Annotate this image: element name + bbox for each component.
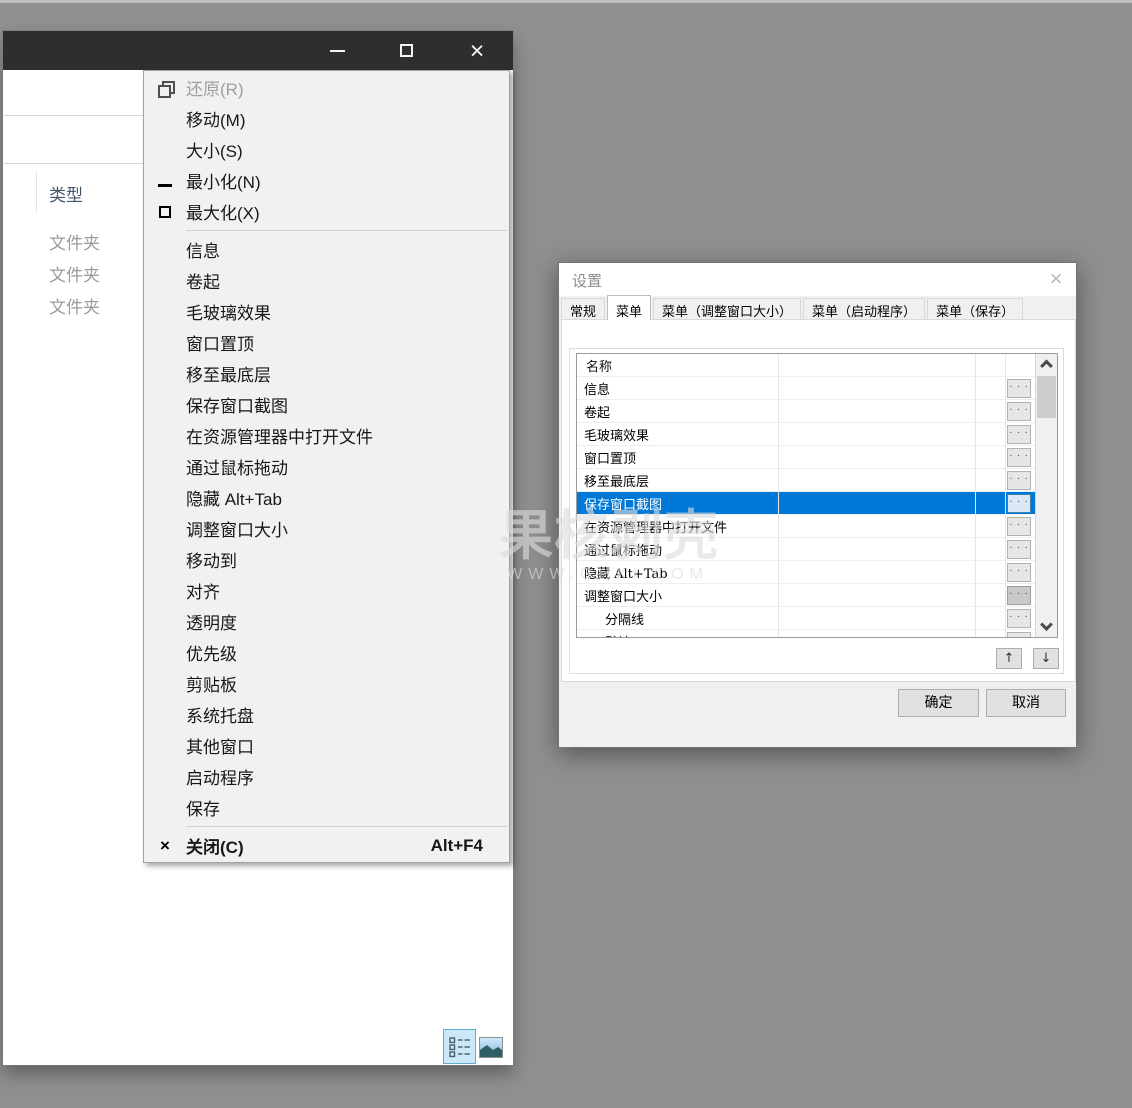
close-button[interactable]: × <box>448 31 506 70</box>
table-row[interactable]: 在资源管理器中打开文件 . . . <box>577 515 1035 538</box>
list-item[interactable]: 文件夹 <box>49 229 100 254</box>
table-header-row: 名称 <box>577 354 1035 377</box>
dialog-title: 设置 <box>572 270 602 291</box>
menu-item-save-window-screenshot[interactable]: 保存窗口截图 <box>144 389 509 420</box>
menu-item-size[interactable]: 大小(S) <box>144 134 509 165</box>
row-options-button[interactable]: . . . <box>1007 402 1031 421</box>
menu-item-open-in-explorer[interactable]: 在资源管理器中打开文件 <box>144 420 509 451</box>
tab-menu-save[interactable]: 菜单（保存） <box>927 298 1023 319</box>
list-item[interactable]: 文件夹 <box>49 261 100 286</box>
menu-item-restore[interactable]: 还原(R) <box>144 72 509 103</box>
details-view-button[interactable] <box>443 1029 476 1064</box>
row-options-button[interactable]: . . . <box>1007 609 1031 628</box>
table-row-selected[interactable]: 保存窗口截图 . . . <box>577 492 1035 515</box>
menu-separator <box>186 230 507 231</box>
table-row[interactable]: 窗口置顶 . . . <box>577 446 1035 469</box>
toolbar-divider <box>4 115 144 116</box>
column-separator <box>36 171 37 213</box>
menu-item-close[interactable]: × 关闭(C) Alt+F4 <box>144 830 509 861</box>
thumbnail-view-icon <box>480 1038 502 1057</box>
restore-icon <box>144 81 186 95</box>
menu-item-send-to-bottom[interactable]: 移至最底层 <box>144 358 509 389</box>
ok-button[interactable]: 确定 <box>898 689 979 717</box>
menu-item-move[interactable]: 移动(M) <box>144 103 509 134</box>
addressbar-divider <box>4 163 144 164</box>
menu-separator <box>186 826 507 827</box>
tab-general[interactable]: 常规 <box>561 298 605 319</box>
menu-item-info[interactable]: 信息 <box>144 234 509 265</box>
table-row[interactable]: 卷起 . . . <box>577 400 1035 423</box>
vertical-scrollbar[interactable] <box>1035 354 1057 637</box>
row-options-button[interactable]: . . . <box>1007 494 1031 513</box>
row-options-button[interactable]: . . . <box>1007 425 1031 444</box>
cancel-button[interactable]: 取消 <box>986 689 1066 717</box>
menu-item-clipboard[interactable]: 剪贴板 <box>144 668 509 699</box>
explorer-titlebar: × <box>3 31 513 70</box>
menu-item-priority[interactable]: 优先级 <box>144 637 509 668</box>
table-row[interactable]: 毛玻璃效果 . . . <box>577 423 1035 446</box>
table-row[interactable]: 分隔线 . . . <box>577 607 1035 630</box>
tab-menu[interactable]: 菜单 <box>607 295 651 320</box>
row-options-button[interactable]: . . . <box>1007 586 1031 605</box>
menu-item-launch-program[interactable]: 启动程序 <box>144 761 509 792</box>
dialog-titlebar: 设置 × <box>559 263 1076 296</box>
tab-menu-resize[interactable]: 菜单（调整窗口大小） <box>653 298 801 319</box>
system-context-menu: 还原(R) 移动(M) 大小(S) 最小化(N) 最大化(X) 信息 卷起 <box>143 70 510 863</box>
row-options-button[interactable]: . . . <box>1007 379 1031 398</box>
close-icon: × <box>470 41 485 61</box>
menu-item-maximize[interactable]: 最大化(X) <box>144 196 509 227</box>
move-up-button[interactable]: ↑ <box>996 648 1022 669</box>
scroll-down-button[interactable] <box>1036 617 1057 637</box>
menu-item-align[interactable]: 对齐 <box>144 575 509 606</box>
row-options-button[interactable]: . . . <box>1007 632 1031 639</box>
menu-item-save[interactable]: 保存 <box>144 792 509 823</box>
row-options-button[interactable]: . . . <box>1007 517 1031 536</box>
scroll-up-button[interactable] <box>1036 354 1057 374</box>
table-row[interactable]: 默认 . . . <box>577 630 1035 638</box>
menu-item-move-to[interactable]: 移动到 <box>144 544 509 575</box>
tab-menu-launch[interactable]: 菜单（启动程序） <box>803 298 925 319</box>
table-row[interactable]: 隐藏 Alt+Tab . . . <box>577 561 1035 584</box>
menu-items-table: 名称 信息 . . . 卷起 . . . 毛玻璃效果 . . . 窗口置顶 <box>576 353 1058 638</box>
menu-shortcut: Alt+F4 <box>431 836 483 856</box>
tab-bar: 常规 菜单 菜单（调整窗口大小） 菜单（启动程序） 菜单（保存） <box>561 295 1025 320</box>
minimize-icon <box>330 50 345 52</box>
menu-item-drag-with-mouse[interactable]: 通过鼠标拖动 <box>144 451 509 482</box>
table-row[interactable]: 信息 . . . <box>577 377 1035 400</box>
dialog-close-button[interactable]: × <box>1043 267 1069 292</box>
maximize-icon <box>400 44 413 57</box>
thumbnail-view-button[interactable] <box>479 1037 503 1058</box>
row-options-button[interactable]: . . . <box>1007 563 1031 582</box>
minimize-icon <box>144 175 186 187</box>
close-icon: × <box>144 837 186 854</box>
table-row[interactable]: 调整窗口大小 . . . <box>577 584 1035 607</box>
list-item[interactable]: 文件夹 <box>49 293 100 318</box>
menu-item-transparency[interactable]: 透明度 <box>144 606 509 637</box>
name-column-header[interactable]: 名称 <box>577 354 779 376</box>
table-row[interactable]: 移至最底层 . . . <box>577 469 1035 492</box>
move-down-button[interactable]: ↓ <box>1033 648 1059 669</box>
menu-item-resize-window[interactable]: 调整窗口大小 <box>144 513 509 544</box>
scrollbar-thumb[interactable] <box>1037 376 1056 418</box>
row-options-button[interactable]: . . . <box>1007 471 1031 490</box>
table-row[interactable]: 通过鼠标拖动 . . . <box>577 538 1035 561</box>
menu-item-hide-alt-tab[interactable]: 隐藏 Alt+Tab <box>144 482 509 513</box>
row-options-button[interactable]: . . . <box>1007 448 1031 467</box>
menu-item-always-on-top[interactable]: 窗口置顶 <box>144 327 509 358</box>
menu-item-glass-effect[interactable]: 毛玻璃效果 <box>144 296 509 327</box>
maximize-button[interactable] <box>377 31 435 70</box>
settings-dialog: 设置 × 常规 菜单 菜单（调整窗口大小） 菜单（启动程序） 菜单（保存） 名称… <box>558 262 1077 748</box>
details-view-icon <box>449 1035 471 1059</box>
column-header-type[interactable]: 类型 <box>49 181 83 206</box>
menu-item-rollup[interactable]: 卷起 <box>144 265 509 296</box>
minimize-button[interactable] <box>308 31 366 70</box>
row-options-button[interactable]: . . . <box>1007 540 1031 559</box>
menu-item-other-windows[interactable]: 其他窗口 <box>144 730 509 761</box>
chevron-up-icon <box>1040 359 1053 372</box>
menu-item-system-tray[interactable]: 系统托盘 <box>144 699 509 730</box>
chevron-down-icon <box>1040 618 1053 631</box>
desktop-background: × 类型 文件夹 文件夹 文件夹 <box>0 0 1132 1108</box>
menu-item-minimize[interactable]: 最小化(N) <box>144 165 509 196</box>
maximize-icon <box>144 206 186 218</box>
